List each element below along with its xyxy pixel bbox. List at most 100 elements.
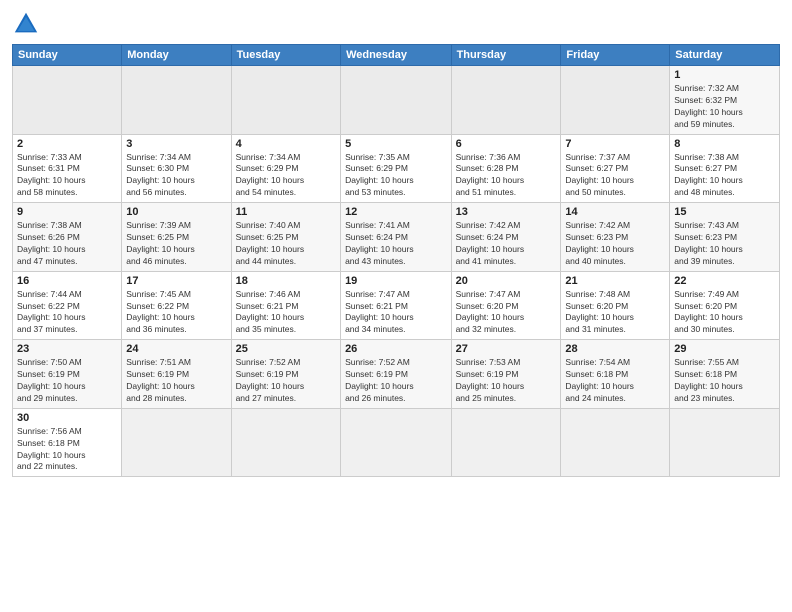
day-info: Sunrise: 7:56 AM Sunset: 6:18 PM Dayligh…: [17, 426, 117, 474]
calendar-week-row: 30 Sunrise: 7:56 AM Sunset: 6:18 PM Dayli…: [13, 408, 780, 477]
day-number: 13: [456, 206, 557, 218]
day-number: 9: [17, 206, 117, 218]
calendar-cell: 27 Sunrise: 7:53 AM Sunset: 6:19 PM Dayli…: [451, 340, 561, 409]
day-info: Sunrise: 7:52 AM Sunset: 6:19 PM Dayligh…: [236, 357, 336, 405]
calendar-cell: 6 Sunrise: 7:36 AM Sunset: 6:28 PM Daylig…: [451, 134, 561, 203]
weekday-header-thursday: Thursday: [451, 45, 561, 66]
day-info: Sunrise: 7:46 AM Sunset: 6:21 PM Dayligh…: [236, 289, 336, 337]
day-number: 14: [565, 206, 665, 218]
calendar-cell: [341, 408, 452, 477]
day-number: 29: [674, 343, 775, 355]
day-info: Sunrise: 7:33 AM Sunset: 6:31 PM Dayligh…: [17, 152, 117, 200]
day-info: Sunrise: 7:32 AM Sunset: 6:32 PM Dayligh…: [674, 83, 775, 131]
header: [12, 10, 780, 38]
day-info: Sunrise: 7:39 AM Sunset: 6:25 PM Dayligh…: [126, 220, 226, 268]
calendar-cell: 10 Sunrise: 7:39 AM Sunset: 6:25 PM Dayli…: [122, 203, 231, 272]
day-info: Sunrise: 7:51 AM Sunset: 6:19 PM Dayligh…: [126, 357, 226, 405]
calendar-cell: 9 Sunrise: 7:38 AM Sunset: 6:26 PM Daylig…: [13, 203, 122, 272]
day-info: Sunrise: 7:47 AM Sunset: 6:21 PM Dayligh…: [345, 289, 447, 337]
day-number: 26: [345, 343, 447, 355]
calendar-cell: 19Sunrise: 7:47 AM Sunset: 6:21 PM Dayli…: [341, 271, 452, 340]
calendar-cell: 25Sunrise: 7:52 AM Sunset: 6:19 PM Dayli…: [231, 340, 340, 409]
day-info: Sunrise: 7:54 AM Sunset: 6:18 PM Dayligh…: [565, 357, 665, 405]
logo-icon: [12, 10, 40, 38]
day-number: 5: [345, 138, 447, 150]
day-info: Sunrise: 7:47 AM Sunset: 6:20 PM Dayligh…: [456, 289, 557, 337]
calendar-cell: [122, 66, 231, 135]
day-info: Sunrise: 7:55 AM Sunset: 6:18 PM Dayligh…: [674, 357, 775, 405]
calendar-cell: 8Sunrise: 7:38 AM Sunset: 6:27 PM Daylig…: [670, 134, 780, 203]
day-number: 17: [126, 275, 226, 287]
calendar-cell: 7Sunrise: 7:37 AM Sunset: 6:27 PM Daylig…: [561, 134, 670, 203]
day-info: Sunrise: 7:48 AM Sunset: 6:20 PM Dayligh…: [565, 289, 665, 337]
calendar-cell: 15Sunrise: 7:43 AM Sunset: 6:23 PM Dayli…: [670, 203, 780, 272]
calendar-cell: [231, 66, 340, 135]
calendar-cell: 11 Sunrise: 7:40 AM Sunset: 6:25 PM Dayli…: [231, 203, 340, 272]
page: SundayMondayTuesdayWednesdayThursdayFrid…: [0, 0, 792, 612]
calendar-cell: 16Sunrise: 7:44 AM Sunset: 6:22 PM Dayli…: [13, 271, 122, 340]
day-number: 2: [17, 138, 117, 150]
calendar-cell: [13, 66, 122, 135]
day-info: Sunrise: 7:41 AM Sunset: 6:24 PM Dayligh…: [345, 220, 447, 268]
day-number: 7: [565, 138, 665, 150]
day-info: Sunrise: 7:49 AM Sunset: 6:20 PM Dayligh…: [674, 289, 775, 337]
day-info: Sunrise: 7:42 AM Sunset: 6:24 PM Dayligh…: [456, 220, 557, 268]
calendar-cell: 14 Sunrise: 7:42 AM Sunset: 6:23 PM Dayli…: [561, 203, 670, 272]
day-number: 23: [17, 343, 117, 355]
day-info: Sunrise: 7:34 AM Sunset: 6:30 PM Dayligh…: [126, 152, 226, 200]
calendar-week-row: 2 Sunrise: 7:33 AM Sunset: 6:31 PM Daylig…: [13, 134, 780, 203]
calendar-cell: 22Sunrise: 7:49 AM Sunset: 6:20 PM Dayli…: [670, 271, 780, 340]
day-number: 21: [565, 275, 665, 287]
weekday-header-row: SundayMondayTuesdayWednesdayThursdayFrid…: [13, 45, 780, 66]
day-number: 18: [236, 275, 336, 287]
day-info: Sunrise: 7:40 AM Sunset: 6:25 PM Dayligh…: [236, 220, 336, 268]
day-number: 30: [17, 412, 117, 424]
calendar-table: SundayMondayTuesdayWednesdayThursdayFrid…: [12, 44, 780, 477]
calendar-cell: [451, 408, 561, 477]
calendar-week-row: 9 Sunrise: 7:38 AM Sunset: 6:26 PM Daylig…: [13, 203, 780, 272]
weekday-header-monday: Monday: [122, 45, 231, 66]
calendar-cell: 24 Sunrise: 7:51 AM Sunset: 6:19 PM Dayli…: [122, 340, 231, 409]
calendar-cell: 4Sunrise: 7:34 AM Sunset: 6:29 PM Daylig…: [231, 134, 340, 203]
day-info: Sunrise: 7:36 AM Sunset: 6:28 PM Dayligh…: [456, 152, 557, 200]
weekday-header-tuesday: Tuesday: [231, 45, 340, 66]
calendar-cell: 1 Sunrise: 7:32 AM Sunset: 6:32 PM Daylig…: [670, 66, 780, 135]
calendar-cell: 17Sunrise: 7:45 AM Sunset: 6:22 PM Dayli…: [122, 271, 231, 340]
day-info: Sunrise: 7:38 AM Sunset: 6:26 PM Dayligh…: [17, 220, 117, 268]
day-number: 20: [456, 275, 557, 287]
day-number: 16: [17, 275, 117, 287]
calendar-cell: 28 Sunrise: 7:54 AM Sunset: 6:18 PM Dayli…: [561, 340, 670, 409]
day-number: 27: [456, 343, 557, 355]
calendar-week-row: 23 Sunrise: 7:50 AM Sunset: 6:19 PM Dayli…: [13, 340, 780, 409]
day-info: Sunrise: 7:50 AM Sunset: 6:19 PM Dayligh…: [17, 357, 117, 405]
day-number: 4: [236, 138, 336, 150]
day-number: 10: [126, 206, 226, 218]
day-number: 3: [126, 138, 226, 150]
day-number: 28: [565, 343, 665, 355]
day-info: Sunrise: 7:53 AM Sunset: 6:19 PM Dayligh…: [456, 357, 557, 405]
calendar-cell: 18 Sunrise: 7:46 AM Sunset: 6:21 PM Dayli…: [231, 271, 340, 340]
calendar-cell: 13 Sunrise: 7:42 AM Sunset: 6:24 PM Dayli…: [451, 203, 561, 272]
calendar-cell: [561, 66, 670, 135]
day-info: Sunrise: 7:42 AM Sunset: 6:23 PM Dayligh…: [565, 220, 665, 268]
weekday-header-saturday: Saturday: [670, 45, 780, 66]
day-number: 11: [236, 206, 336, 218]
calendar-cell: 5 Sunrise: 7:35 AM Sunset: 6:29 PM Daylig…: [341, 134, 452, 203]
day-info: Sunrise: 7:38 AM Sunset: 6:27 PM Dayligh…: [674, 152, 775, 200]
calendar-week-row: 1 Sunrise: 7:32 AM Sunset: 6:32 PM Daylig…: [13, 66, 780, 135]
calendar-cell: 20 Sunrise: 7:47 AM Sunset: 6:20 PM Dayli…: [451, 271, 561, 340]
day-number: 15: [674, 206, 775, 218]
day-info: Sunrise: 7:52 AM Sunset: 6:19 PM Dayligh…: [345, 357, 447, 405]
day-number: 1: [674, 69, 775, 81]
day-number: 24: [126, 343, 226, 355]
day-number: 12: [345, 206, 447, 218]
calendar-cell: [561, 408, 670, 477]
logo: [12, 10, 44, 38]
calendar-cell: [122, 408, 231, 477]
calendar-cell: 29 Sunrise: 7:55 AM Sunset: 6:18 PM Dayli…: [670, 340, 780, 409]
calendar-week-row: 16Sunrise: 7:44 AM Sunset: 6:22 PM Dayli…: [13, 271, 780, 340]
day-number: 6: [456, 138, 557, 150]
day-info: Sunrise: 7:35 AM Sunset: 6:29 PM Dayligh…: [345, 152, 447, 200]
calendar-cell: [341, 66, 452, 135]
calendar-cell: 30 Sunrise: 7:56 AM Sunset: 6:18 PM Dayli…: [13, 408, 122, 477]
